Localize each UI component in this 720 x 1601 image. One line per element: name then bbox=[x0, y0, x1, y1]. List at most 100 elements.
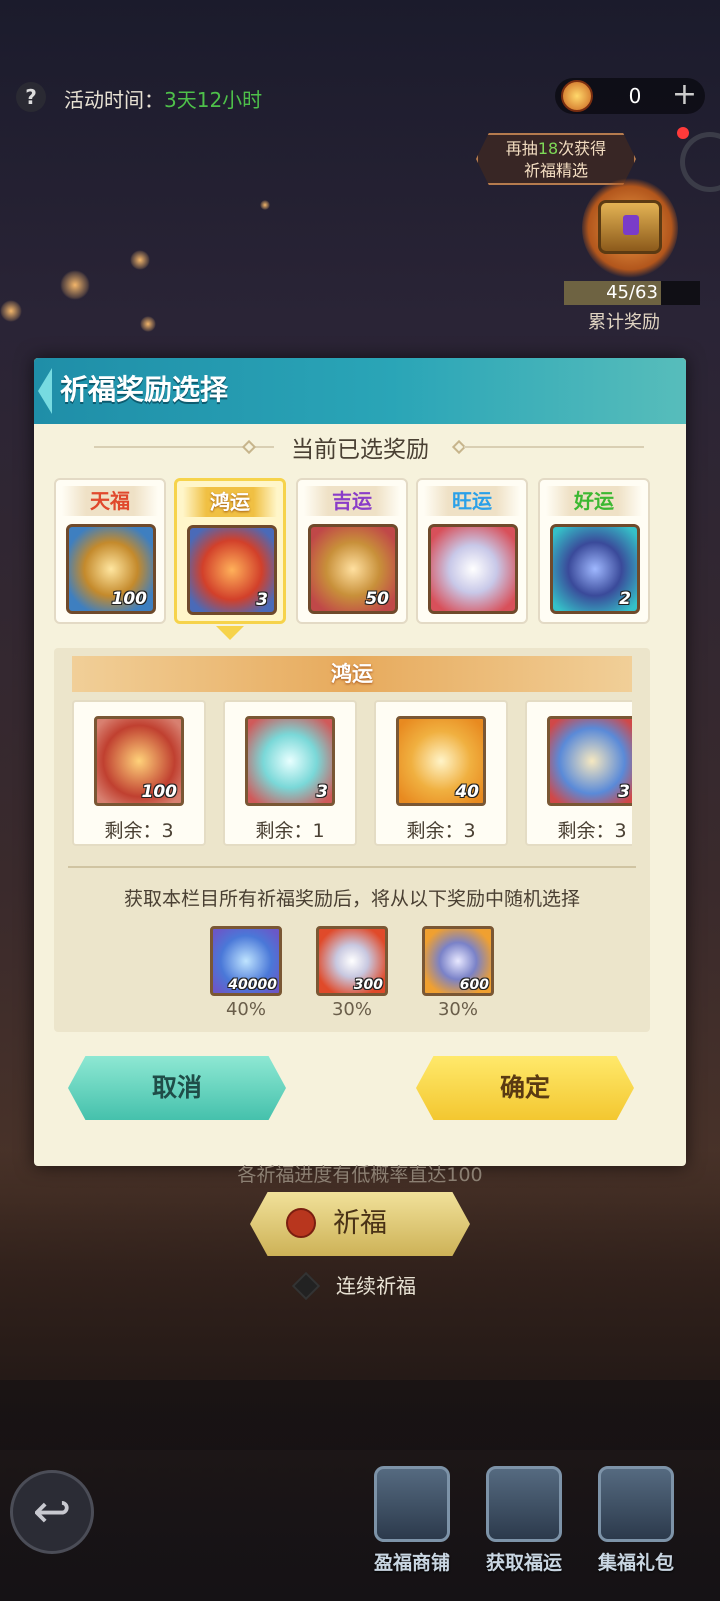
reward-item[interactable]: 3 剩余：3 bbox=[525, 700, 632, 846]
coin-icon bbox=[561, 80, 593, 112]
random-reward-count: 300 bbox=[353, 977, 383, 993]
lantern bbox=[140, 316, 156, 332]
cumulative-reward-label: 累计奖励 bbox=[588, 312, 660, 333]
pray-hint: 各祈福进度有低概率直达100 bbox=[237, 1164, 483, 1186]
reward-count: 3 bbox=[618, 782, 630, 802]
tab-label: 鸿运 bbox=[183, 487, 277, 517]
activity-time-value: 3天12小时 bbox=[164, 88, 263, 112]
dialog-title: 祈福奖励选择 bbox=[60, 374, 229, 405]
panel-title: 鸿运 bbox=[72, 656, 632, 692]
coin-charm-icon bbox=[286, 1208, 316, 1238]
blade-icon: 3 bbox=[245, 716, 335, 806]
nav-label: 集福礼包 bbox=[597, 1552, 674, 1574]
tab-count: 50 bbox=[365, 589, 389, 609]
milestone-tip: 再抽18次获得 祈福精选 bbox=[476, 133, 636, 185]
gyroscope-pedestal-icon: 40 bbox=[396, 716, 486, 806]
tab-count: 100 bbox=[111, 589, 148, 609]
tab-jiyun[interactable]: 吉运 50 bbox=[296, 478, 408, 624]
pray-button[interactable]: 祈福 bbox=[250, 1192, 470, 1256]
continuous-pray-toggle[interactable]: 连续祈福 bbox=[290, 1268, 416, 1304]
golden-armor-icon: 100 bbox=[94, 716, 184, 806]
confirm-button[interactable]: 确定 bbox=[416, 1056, 634, 1120]
reward-item[interactable]: 3 剩余：1 bbox=[223, 700, 357, 846]
random-reward-note: 获取本栏目所有祈福奖励后，将从以下奖励中随机选择 bbox=[123, 888, 580, 910]
tab-count: 2 bbox=[619, 589, 631, 609]
currency-value: 0 bbox=[628, 84, 642, 108]
orb-icon: 3 bbox=[547, 716, 632, 806]
gold-chest-icon: 50 bbox=[308, 524, 398, 614]
panel-divider bbox=[68, 866, 636, 868]
progress-text: 45/63 bbox=[606, 282, 658, 303]
divider bbox=[464, 446, 644, 448]
reward-panel: 鸿运 100 剩余：3 3 剩余：1 40 剩余：3 3 剩余：3 获取本栏目所… bbox=[54, 648, 650, 1032]
cancel-button[interactable]: 取消 bbox=[68, 1056, 286, 1120]
reward-count: 40 bbox=[455, 782, 479, 802]
star-shard-icon: 300 bbox=[316, 926, 388, 996]
reward-item[interactable]: 40 剩余：3 bbox=[374, 700, 508, 846]
random-reward-percent: 40% bbox=[225, 999, 266, 1020]
reward-selection-dialog: 祈福奖励选择 当前已选奖励 天福 100 鸿运 3 吉运 50 旺运 好运 2 … bbox=[34, 358, 686, 1166]
shop-icon bbox=[374, 1466, 450, 1542]
gift-icon bbox=[598, 1466, 674, 1542]
tab-hongyun[interactable]: 鸿运 3 bbox=[174, 478, 286, 624]
reward-remaining: 剩余：3 bbox=[557, 820, 627, 842]
tab-label: 天福 bbox=[62, 486, 158, 516]
category-tabs: 天福 100 鸿运 3 吉运 50 旺运 好运 2 bbox=[54, 478, 666, 640]
nav-get-luck-button[interactable]: 获取福运 bbox=[474, 1460, 574, 1594]
tip-line2: 祈福精选 bbox=[523, 161, 588, 180]
lantern bbox=[60, 270, 90, 300]
cumulative-progress-bar: 45/63 bbox=[564, 281, 700, 305]
tab-haoyun[interactable]: 好运 2 bbox=[538, 478, 650, 624]
help-button[interactable]: ? bbox=[16, 82, 46, 112]
nav-shop-button[interactable]: 盈福商铺 bbox=[362, 1460, 462, 1594]
dialog-header: 祈福奖励选择 bbox=[34, 358, 686, 424]
continuous-pray-label: 连续祈福 bbox=[336, 1274, 416, 1298]
flame-icon: 3 bbox=[187, 525, 277, 615]
reward-remaining: 剩余：1 bbox=[255, 820, 325, 842]
checkbox-icon[interactable] bbox=[291, 1271, 321, 1301]
back-arrow-icon: ↩ bbox=[32, 1484, 72, 1538]
tip-count: 18 bbox=[537, 139, 559, 158]
crystal-box-icon bbox=[428, 524, 518, 614]
add-currency-button[interactable]: + bbox=[672, 78, 697, 112]
reward-remaining: 剩余：3 bbox=[406, 820, 476, 842]
tab-tianfu[interactable]: 天福 100 bbox=[54, 478, 166, 624]
tab-wangyun[interactable]: 旺运 bbox=[416, 478, 528, 624]
blue-crystal-icon: 40000 bbox=[210, 926, 282, 996]
random-reward-item[interactable]: 600 30% bbox=[422, 926, 494, 1020]
lantern bbox=[0, 300, 22, 322]
reward-count: 100 bbox=[141, 782, 178, 802]
tab-count: 3 bbox=[256, 590, 268, 610]
random-reward-percent: 30% bbox=[437, 999, 478, 1020]
tip-suffix: 次获得 bbox=[558, 139, 607, 158]
tab-label: 旺运 bbox=[424, 486, 520, 516]
nav-gift-pack-button[interactable]: 集福礼包 bbox=[586, 1460, 686, 1594]
side-progress-ring[interactable] bbox=[680, 132, 720, 192]
spear-shard-icon: 600 bbox=[422, 926, 494, 996]
nav-label: 盈福商铺 bbox=[373, 1552, 450, 1574]
lantern bbox=[130, 250, 150, 270]
random-reward-count: 600 bbox=[459, 977, 489, 993]
rune-gem-icon: 2 bbox=[550, 524, 640, 614]
lantern bbox=[260, 200, 270, 210]
header-chevron-icon bbox=[38, 368, 52, 414]
reward-item[interactable]: 100 剩余：3 bbox=[72, 700, 206, 846]
nav-label: 获取福运 bbox=[485, 1552, 562, 1574]
random-reward-item[interactable]: 300 30% bbox=[316, 926, 388, 1020]
activity-time-label: 活动时间： bbox=[64, 88, 164, 112]
notification-dot bbox=[677, 127, 689, 139]
tab-label: 吉运 bbox=[304, 486, 400, 516]
tab-label: 好运 bbox=[546, 486, 642, 516]
random-reward-item[interactable]: 40000 40% bbox=[210, 926, 282, 1020]
activity-time: 活动时间：3天12小时 bbox=[64, 84, 262, 113]
cumulative-reward-chest-icon[interactable] bbox=[598, 200, 662, 254]
gold-chest-icon: 100 bbox=[66, 524, 156, 614]
random-reward-percent: 30% bbox=[331, 999, 372, 1020]
selected-tab-pointer-icon bbox=[216, 626, 244, 640]
pray-label: 祈福 bbox=[333, 1208, 387, 1239]
back-button[interactable]: ↩ bbox=[10, 1470, 94, 1554]
random-reward-count: 40000 bbox=[228, 977, 277, 993]
reward-count: 3 bbox=[316, 782, 328, 802]
reward-list[interactable]: 100 剩余：3 3 剩余：1 40 剩余：3 3 剩余：3 bbox=[72, 700, 632, 850]
tip-prefix: 再抽 bbox=[505, 139, 538, 158]
